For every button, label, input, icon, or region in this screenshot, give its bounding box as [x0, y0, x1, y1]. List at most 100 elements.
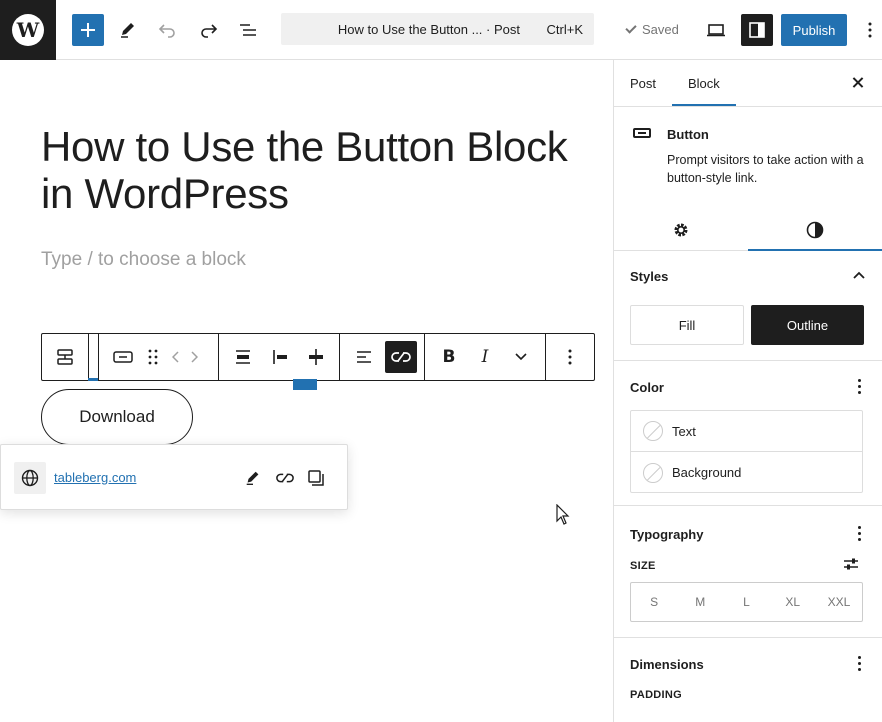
size-option-xl[interactable]: XL [770, 595, 816, 609]
close-icon[interactable] [849, 74, 867, 92]
align-left-button[interactable] [266, 343, 294, 371]
wordpress-logo-icon: W [12, 14, 44, 46]
color-swatch-icon [643, 462, 663, 483]
chevron-left-right-icon [172, 351, 198, 363]
color-panel-title: Color [630, 380, 664, 395]
settings-sliders-icon[interactable] [843, 557, 859, 571]
sidebar-icon [749, 22, 765, 38]
undo-button[interactable] [152, 14, 184, 46]
alignment-group [219, 334, 340, 380]
redo-button[interactable] [192, 14, 224, 46]
move-buttons[interactable] [165, 343, 205, 371]
drag-handle-icon [148, 349, 158, 365]
edit-link-button[interactable] [241, 466, 265, 490]
size-option-l[interactable]: L [723, 595, 769, 609]
color-swatch-icon [643, 421, 663, 441]
style-fill-option[interactable]: Fill [630, 305, 744, 345]
redo-icon [201, 24, 218, 38]
typography-panel-title: Typography [630, 527, 704, 542]
size-option-m[interactable]: M [677, 595, 723, 609]
more-vertical-icon [568, 349, 572, 365]
desktop-icon [707, 24, 725, 37]
block-card-title: Button [667, 127, 709, 142]
command-palette-bar[interactable]: How to Use the Button ... · Post Ctrl+K [281, 13, 594, 45]
color-background-item[interactable]: Background [631, 452, 862, 493]
block-options-button[interactable] [556, 343, 584, 371]
unlink-button[interactable] [385, 341, 417, 373]
document-title: How to Use the Button ... · Post [337, 22, 520, 37]
align-left-icon [357, 351, 371, 363]
color-settings-box: Text Background [630, 410, 863, 493]
dimensions-options-button[interactable] [851, 656, 867, 672]
settings-toggle-button[interactable] [741, 14, 773, 46]
post-title[interactable]: How to Use the Button Block in WordPress [41, 123, 581, 217]
wordpress-logo-button[interactable]: W [0, 0, 56, 60]
bold-button[interactable]: B [435, 343, 463, 371]
size-option-s[interactable]: S [631, 595, 677, 609]
buttons-block-icon [57, 349, 73, 365]
italic-button[interactable]: I [471, 343, 499, 371]
more-vertical-icon [858, 656, 861, 659]
more-vertical-icon [858, 379, 861, 382]
typography-options-button[interactable] [851, 526, 867, 542]
style-outline-option[interactable]: Outline [751, 305, 864, 345]
options-menu-button[interactable] [856, 14, 882, 46]
list-view-icon [240, 24, 256, 36]
editor-canvas: How to Use the Button Block in WordPress… [0, 60, 613, 722]
align-center-button[interactable] [302, 343, 330, 371]
dimensions-panel: Dimensions [614, 638, 882, 722]
block-indicator [88, 378, 98, 381]
link-url[interactable]: tableberg.com [54, 470, 136, 485]
settings-sidebar: Post Block Button Prompt visitors to tak… [613, 60, 882, 722]
justify-icon [236, 350, 250, 364]
text-align-button[interactable] [350, 343, 378, 371]
chevron-down-icon [515, 353, 527, 361]
download-button-block[interactable]: Download [41, 389, 193, 445]
copy-icon [308, 470, 324, 486]
active-tab-indicator [672, 104, 736, 106]
select-parent-button[interactable] [51, 343, 79, 371]
block-card-description: Prompt visitors to take action with a bu… [667, 153, 864, 185]
size-label: SIZE [630, 560, 656, 572]
color-options-button[interactable] [851, 379, 867, 395]
gear-icon [674, 223, 688, 236]
tab-settings[interactable] [614, 208, 748, 251]
button-block-icon [113, 351, 133, 363]
styles-panel-title[interactable]: Styles [630, 269, 668, 284]
copy-link-button[interactable] [304, 466, 328, 490]
unlink-icon [276, 473, 294, 483]
mouse-cursor-icon [556, 504, 570, 525]
tab-post[interactable]: Post [630, 76, 656, 91]
saved-status: Saved [625, 22, 679, 37]
size-option-xxl[interactable]: XXL [816, 595, 862, 609]
justify-button[interactable] [229, 343, 257, 371]
check-icon [625, 22, 637, 34]
justify-center-icon [309, 349, 323, 365]
undo-icon [158, 24, 175, 38]
tools-button[interactable] [112, 14, 144, 46]
inserter-indicator[interactable] [293, 379, 317, 390]
add-block-button[interactable] [72, 14, 104, 46]
document-overview-button[interactable] [232, 14, 264, 46]
format-group: B I [425, 334, 546, 380]
tab-block[interactable]: Block [688, 76, 720, 91]
globe-icon [14, 462, 46, 494]
more-vertical-icon [868, 22, 872, 38]
more-formats-button[interactable] [507, 343, 535, 371]
block-type-button[interactable] [109, 343, 137, 371]
drag-handle[interactable] [139, 343, 167, 371]
inspector-tabs [614, 208, 882, 251]
text-align-link-group [340, 334, 425, 380]
color-text-item[interactable]: Text [631, 411, 862, 452]
padding-label: PADDING [630, 689, 683, 701]
preview-button[interactable] [700, 14, 732, 46]
unlink-button[interactable] [273, 466, 297, 490]
dimensions-panel-title: Dimensions [630, 657, 704, 672]
parent-block-group [42, 334, 89, 380]
pencil-icon [246, 471, 259, 485]
tab-styles[interactable] [748, 208, 882, 251]
block-appender-placeholder[interactable]: Type / to choose a block [41, 249, 246, 271]
publish-button[interactable]: Publish [781, 14, 847, 46]
button-block-icon [633, 128, 651, 138]
chevron-up-icon[interactable] [853, 271, 865, 279]
